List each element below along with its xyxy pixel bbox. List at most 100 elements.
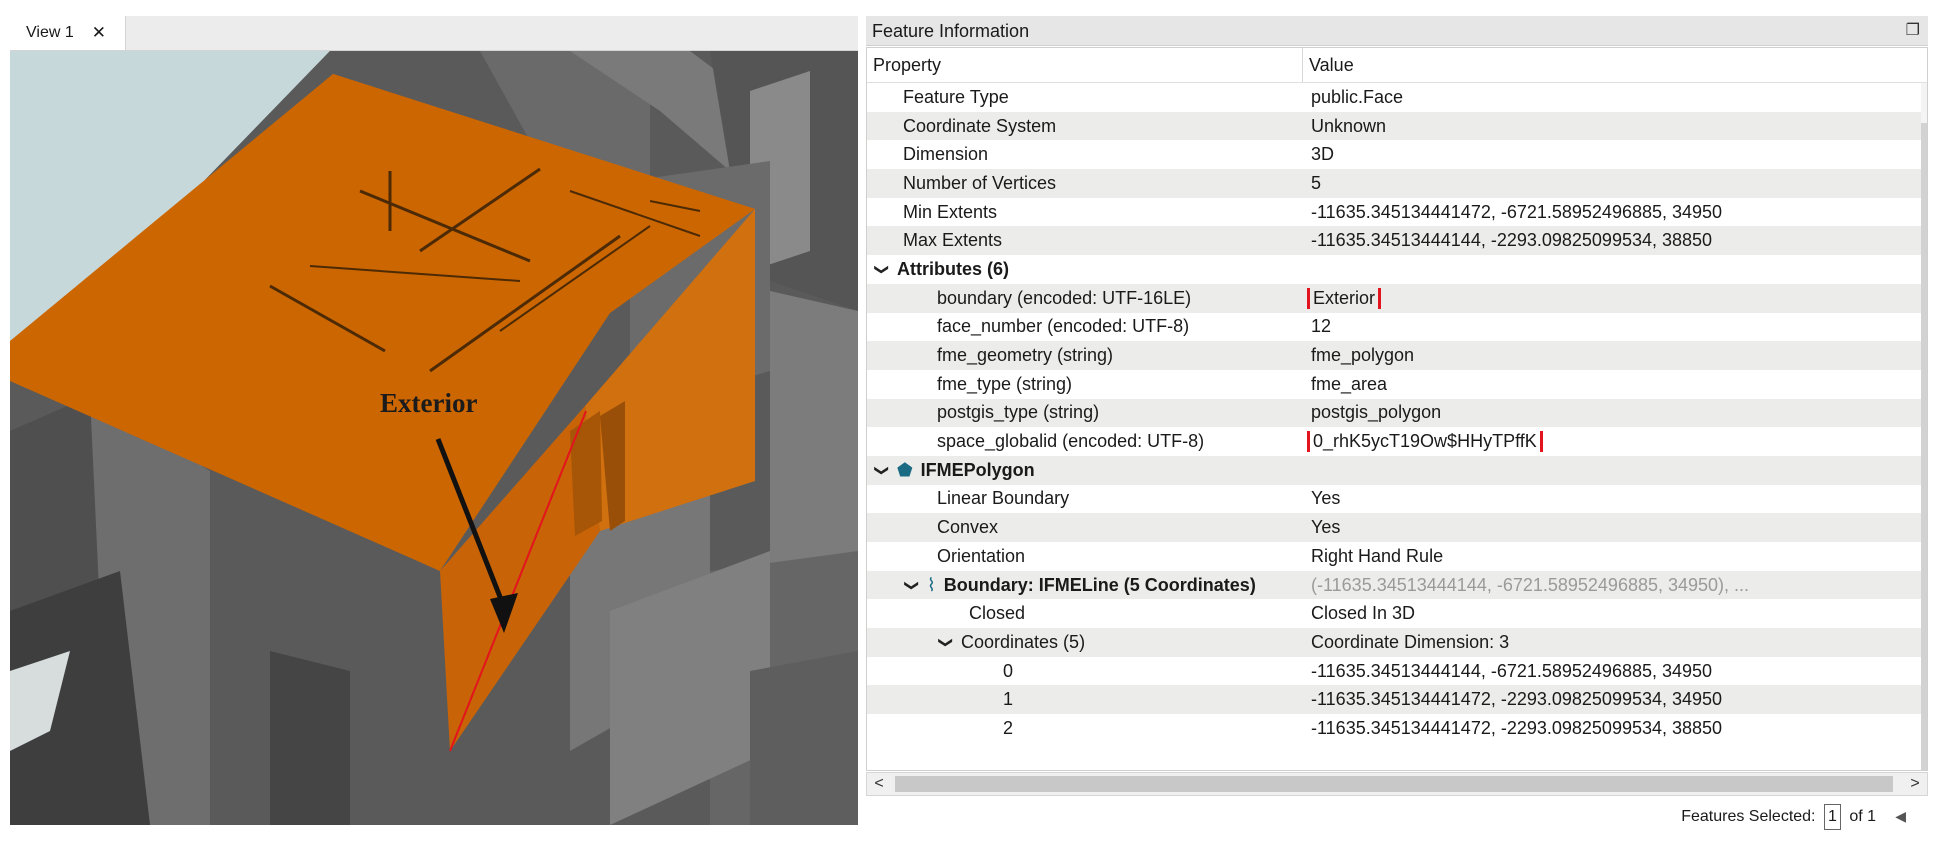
panel-title-text: Feature Information bbox=[872, 21, 1030, 41]
table-row[interactable]: Closed Closed In 3D bbox=[867, 599, 1927, 628]
table-row[interactable]: boundary (encoded: UTF-16LE) Exterior bbox=[867, 283, 1927, 313]
panel-title: Feature Information ❐ bbox=[866, 16, 1928, 46]
selected-count-field[interactable]: 1 bbox=[1823, 804, 1841, 830]
feature-information-panel: Feature Information ❐ Property Value Fea… bbox=[866, 16, 1928, 830]
polygon-icon: ⬟ bbox=[897, 459, 913, 480]
3d-viewport[interactable]: Exterior bbox=[10, 51, 858, 825]
table-row[interactable]: 0 -11635.34513444144, -6721.58952496885, … bbox=[867, 657, 1927, 686]
restore-window-icon[interactable]: ❐ bbox=[1906, 16, 1920, 46]
property-label: boundary (encoded: UTF-16LE) bbox=[937, 287, 1192, 308]
property-value: 12 bbox=[1311, 316, 1332, 337]
property-rows: Feature Type public.Face Coordinate Syste… bbox=[867, 83, 1927, 743]
table-row[interactable]: Min Extents -11635.345134441472, -6721.58… bbox=[867, 198, 1927, 227]
chevron-down-icon[interactable]: ❯ bbox=[874, 260, 891, 278]
property-label: Convex bbox=[937, 517, 999, 538]
highlighted-globalid-value: 0_rhK5ycT19Ow$HHyTPffK bbox=[1307, 431, 1543, 453]
table-row[interactable]: postgis_type (string) postgis_polygon bbox=[867, 398, 1927, 428]
features-total-label: of 1 bbox=[1849, 808, 1876, 825]
horizontal-scrollbar[interactable]: < > bbox=[866, 772, 1928, 796]
property-label: Coordinate System bbox=[903, 115, 1057, 136]
exterior-annotation: Exterior bbox=[380, 388, 477, 418]
property-value: postgis_polygon bbox=[1311, 402, 1442, 423]
attributes-group-row[interactable]: ❯ Attributes (6) bbox=[867, 255, 1927, 284]
property-value: 3D bbox=[1311, 144, 1335, 165]
property-label: 0 bbox=[1003, 660, 1014, 681]
group-label: Coordinates (5) bbox=[961, 631, 1086, 652]
coordinates-group-row[interactable]: ❯ Coordinates (5) Coordinate Dimension: 3 bbox=[867, 628, 1927, 657]
property-value: Closed In 3D bbox=[1311, 603, 1416, 624]
highlighted-boundary-value: Exterior bbox=[1306, 287, 1382, 309]
vertical-scrollbar[interactable] bbox=[1921, 83, 1927, 770]
property-label: Max Extents bbox=[903, 230, 1003, 251]
tab-label: View 1 bbox=[26, 24, 74, 41]
property-label: fme_geometry (string) bbox=[937, 345, 1114, 366]
table-row[interactable]: Feature Type public.Face bbox=[867, 83, 1927, 112]
property-label: Linear Boundary bbox=[937, 488, 1070, 509]
group-label: IFMEPolygon bbox=[920, 459, 1035, 480]
property-value: -11635.34513444144, -2293.09825099534, 3… bbox=[1311, 230, 1713, 251]
table-row[interactable]: 1 -11635.345134441472, -2293.09825099534,… bbox=[867, 685, 1927, 715]
property-value: Right Hand Rule bbox=[1311, 545, 1444, 566]
table-row[interactable]: 2 -11635.345134441472, -2293.09825099534,… bbox=[867, 714, 1927, 743]
property-label: Closed bbox=[969, 603, 1026, 624]
scroll-left-icon[interactable]: < bbox=[867, 773, 891, 795]
property-label: 1 bbox=[1003, 689, 1014, 710]
table-row[interactable]: space_globalid (encoded: UTF-8) 0_rhK5ycT… bbox=[867, 427, 1927, 456]
group-label: Attributes (6) bbox=[897, 258, 1009, 279]
property-label: face_number (encoded: UTF-8) bbox=[937, 316, 1190, 337]
property-label: 2 bbox=[1003, 717, 1014, 738]
table-row[interactable]: Orientation Right Hand Rule bbox=[867, 542, 1927, 571]
ifmepolygon-group-row[interactable]: ❯ ⬟ IFMEPolygon bbox=[867, 455, 1927, 485]
property-value: -11635.34513444144, -6721.58952496885, 3… bbox=[1311, 660, 1713, 681]
table-row[interactable]: fme_geometry (string) fme_polygon bbox=[867, 341, 1927, 370]
property-grid: Property Value Feature Type public.Face C… bbox=[866, 47, 1928, 771]
property-label: fme_type (string) bbox=[937, 373, 1073, 394]
table-row[interactable]: Convex Yes bbox=[867, 513, 1927, 542]
property-value: Unknown bbox=[1311, 115, 1387, 136]
property-value: -11635.345134441472, -6721.58952496885, … bbox=[1311, 201, 1723, 222]
property-value: -11635.345134441472, -2293.09825099534, … bbox=[1311, 689, 1723, 710]
chevron-down-icon[interactable]: ❯ bbox=[904, 576, 921, 594]
tab-view-1[interactable]: View 1 ✕ bbox=[10, 16, 126, 50]
grid-header: Property Value bbox=[867, 48, 1927, 83]
property-label: Orientation bbox=[937, 545, 1026, 566]
close-icon[interactable]: ✕ bbox=[92, 23, 106, 43]
property-label: space_globalid (encoded: UTF-8) bbox=[937, 431, 1205, 452]
group-label: Boundary: IFMELine (5 Coordinates) bbox=[943, 574, 1256, 595]
status-bar: Features Selected: 1 of 1 ◀ bbox=[866, 804, 1928, 830]
horizontal-scroll-thumb[interactable] bbox=[895, 776, 1893, 792]
property-value: Coordinate Dimension: 3 bbox=[1311, 631, 1510, 652]
property-value: fme_area bbox=[1311, 373, 1388, 394]
line-icon: ⌇ bbox=[927, 574, 936, 595]
table-row[interactable]: Number of Vertices 5 bbox=[867, 169, 1927, 198]
table-row[interactable]: Max Extents -11635.34513444144, -2293.098… bbox=[867, 226, 1927, 256]
property-value: Yes bbox=[1311, 488, 1341, 509]
scroll-right-icon[interactable]: > bbox=[1903, 773, 1927, 795]
property-value: fme_polygon bbox=[1311, 345, 1415, 366]
table-row[interactable]: face_number (encoded: UTF-8) 12 bbox=[867, 313, 1927, 342]
chevron-down-icon[interactable]: ❯ bbox=[874, 461, 891, 479]
property-value: public.Face bbox=[1311, 86, 1404, 107]
table-row[interactable]: Coordinate System Unknown bbox=[867, 111, 1927, 141]
property-label: Dimension bbox=[903, 144, 989, 165]
table-row[interactable]: Dimension 3D bbox=[867, 140, 1927, 169]
property-label: Number of Vertices bbox=[903, 172, 1057, 193]
table-row[interactable]: fme_type (string) fme_area bbox=[867, 370, 1927, 399]
vertical-scroll-thumb[interactable] bbox=[1921, 123, 1927, 770]
scene-graphic: Exterior bbox=[10, 51, 858, 825]
property-value: (-11635.34513444144, -6721.58952496885, … bbox=[1311, 574, 1750, 595]
column-header-property[interactable]: Property bbox=[867, 48, 1303, 82]
column-header-value[interactable]: Value bbox=[1303, 48, 1354, 82]
property-label: Feature Type bbox=[903, 86, 1009, 107]
chevron-down-icon[interactable]: ❯ bbox=[938, 633, 955, 651]
previous-feature-icon[interactable]: ◀ bbox=[1895, 804, 1906, 828]
property-label: Min Extents bbox=[903, 201, 998, 222]
property-value: 5 bbox=[1311, 172, 1322, 193]
view-tabbar: View 1 ✕ bbox=[10, 16, 858, 51]
features-selected-label: Features Selected: bbox=[1681, 808, 1816, 825]
property-value: -11635.345134441472, -2293.09825099534, … bbox=[1311, 717, 1723, 738]
table-row[interactable]: Linear Boundary Yes bbox=[867, 485, 1927, 514]
property-label: postgis_type (string) bbox=[937, 402, 1100, 423]
boundary-group-row[interactable]: ❯ ⌇ Boundary: IFMELine (5 Coordinates) (-11… bbox=[867, 570, 1927, 600]
property-value: Yes bbox=[1311, 517, 1341, 538]
